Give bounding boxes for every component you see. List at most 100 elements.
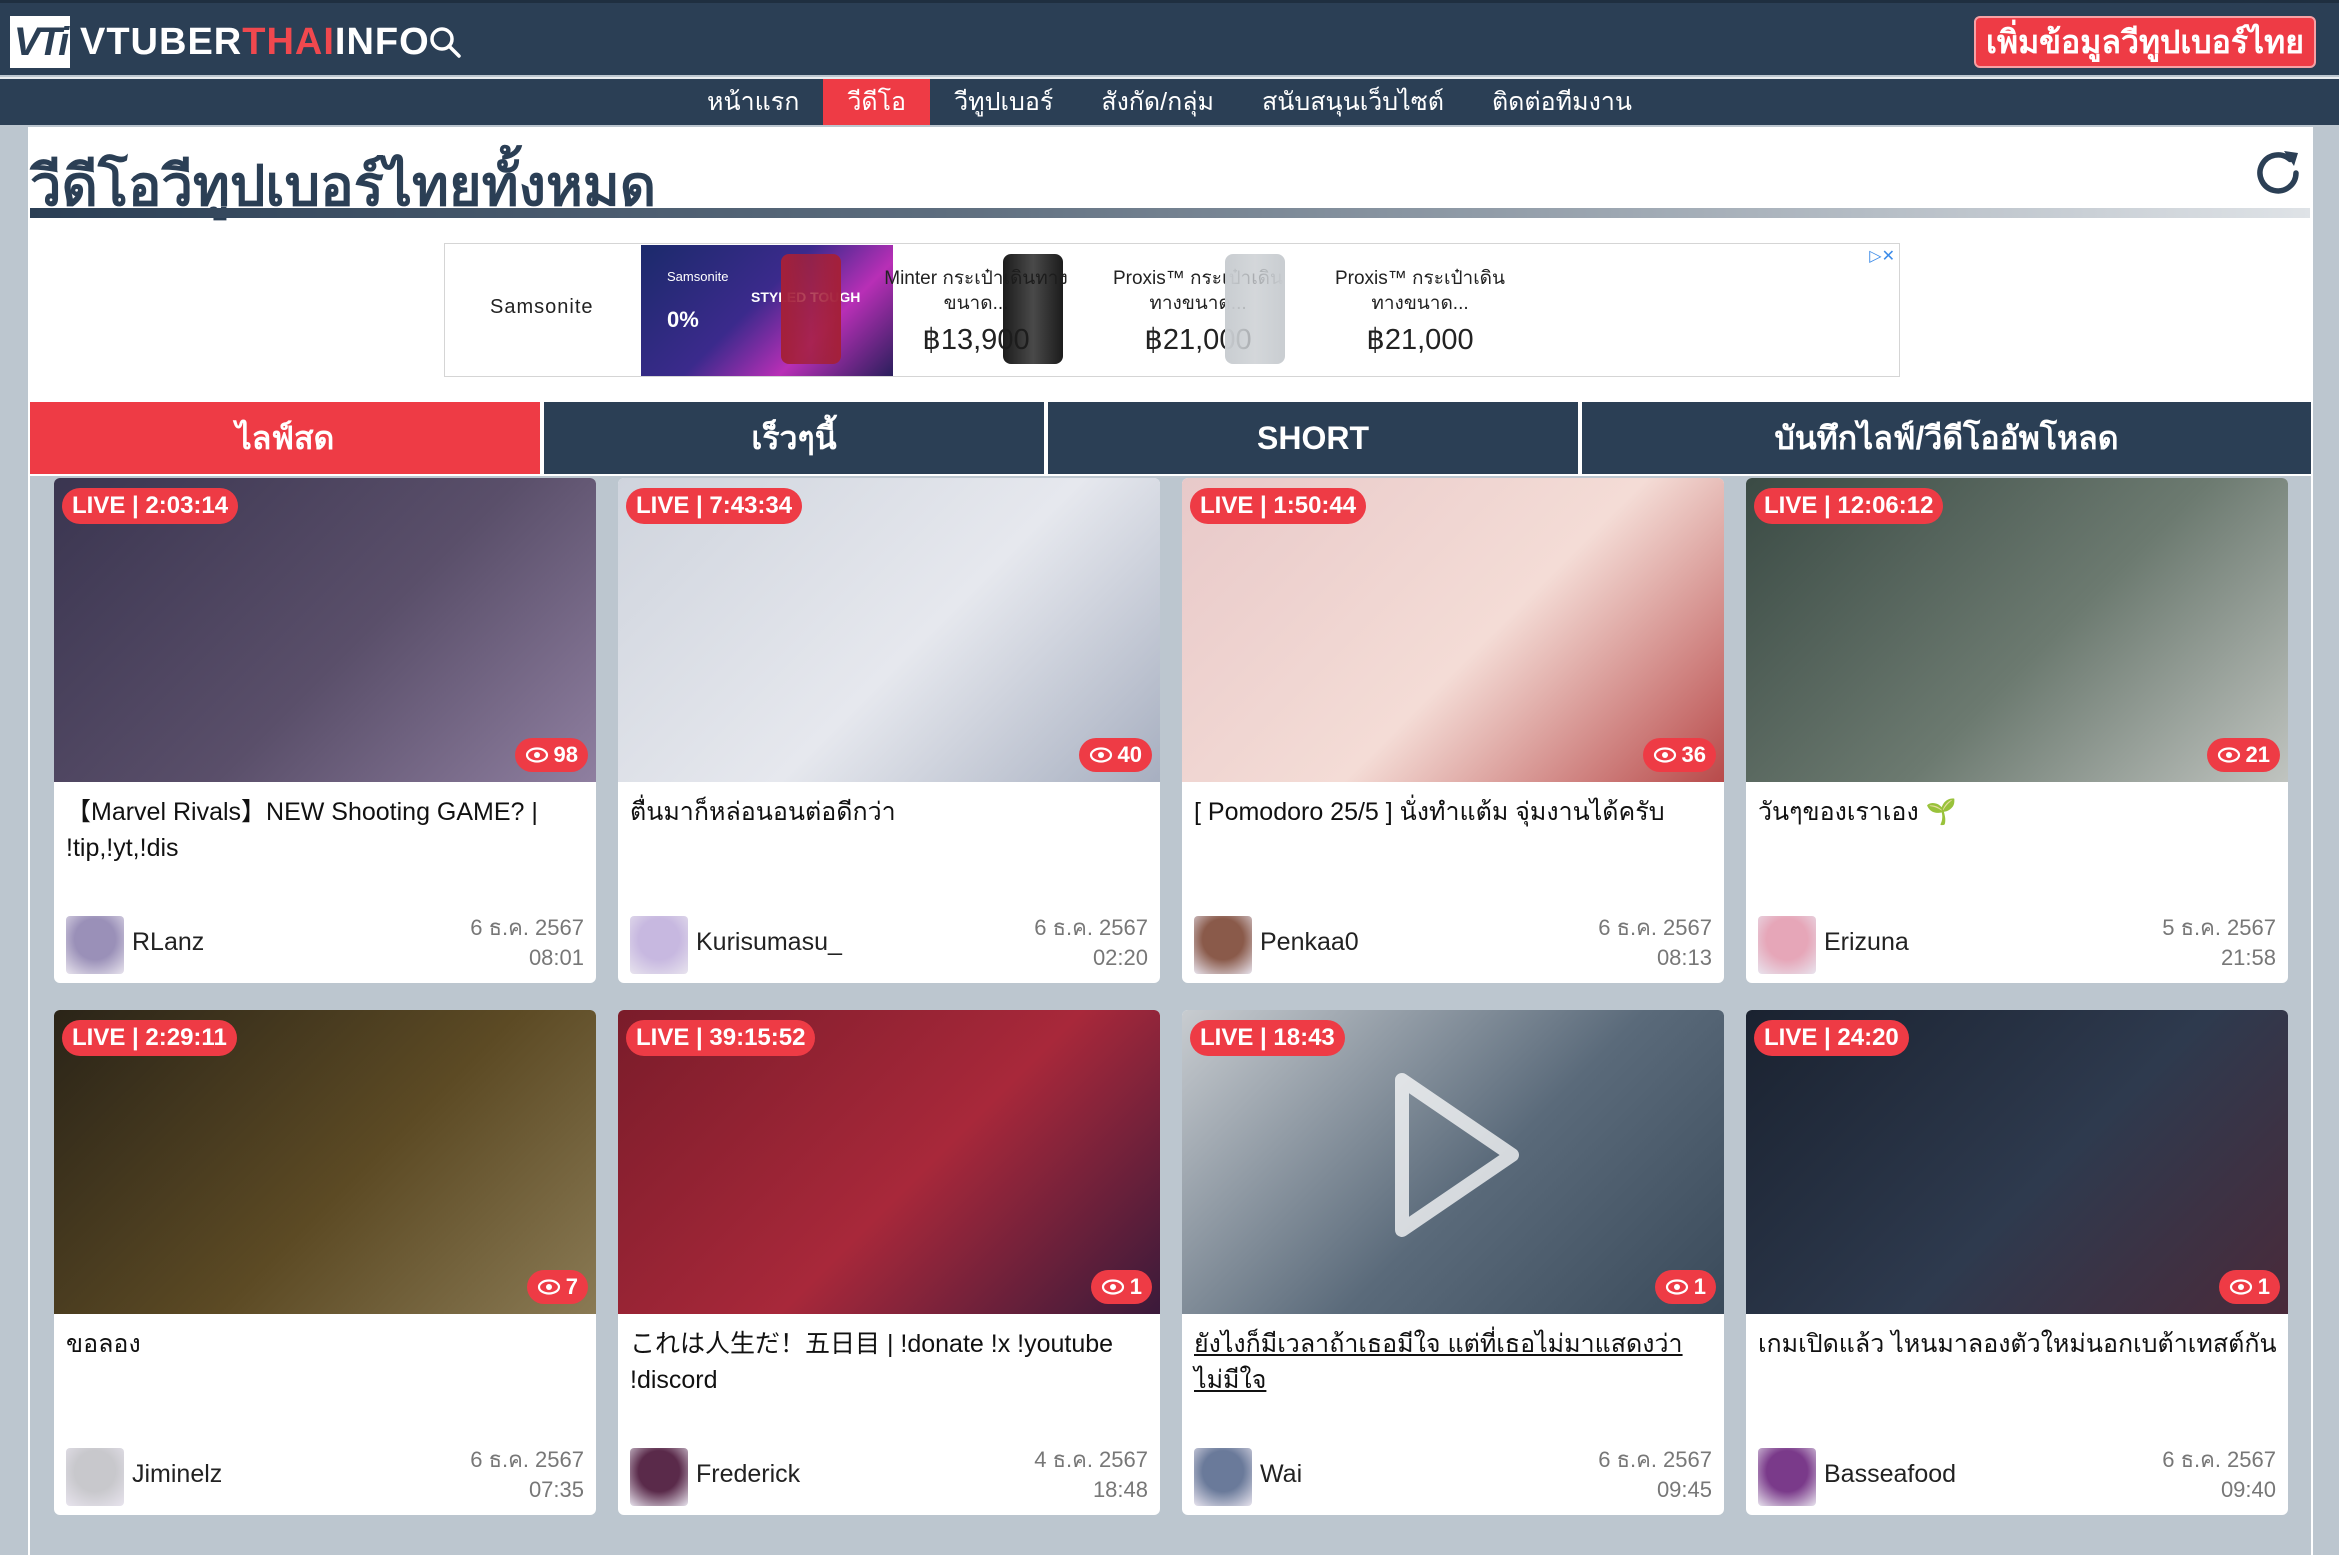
luggage-image (781, 254, 841, 364)
channel-avatar[interactable] (1194, 1448, 1252, 1506)
video-thumbnail[interactable]: LIVE | 12:06:12 21 (1746, 478, 2288, 782)
nav-item-1[interactable]: วีดีโอ (823, 79, 931, 125)
video-date: 4 ธ.ค. 2567 (1034, 1447, 1148, 1472)
ad-product[interactable]: Proxis™ กระเป๋าเดินทางขนาด... ฿21,000 (1215, 250, 1545, 374)
eye-icon (2217, 747, 2240, 763)
video-title[interactable]: これは人生だ！五日目 | !donate !x !youtube !discor… (630, 1326, 1150, 1398)
search-icon[interactable] (428, 25, 462, 59)
channel-name[interactable]: Jiminelz (132, 1460, 222, 1489)
channel-name[interactable]: Kurisumasu_ (696, 928, 842, 957)
site-logo[interactable]: VTi VTUBERTHAIINFO (10, 15, 430, 69)
channel-name[interactable]: Wai (1260, 1460, 1302, 1489)
eye-icon (1653, 747, 1676, 763)
nav-item-5[interactable]: ติดต่อทีมงาน (1468, 79, 1656, 125)
video-thumbnail[interactable]: LIVE | 1:50:44 36 (1182, 478, 1724, 782)
logo-text-vtuber: VTUBER (80, 20, 243, 63)
video-date: 6 ธ.ค. 2567 (1034, 915, 1148, 940)
video-title[interactable]: 【Marvel Rivals】NEW Shooting GAME? | !tip… (66, 794, 586, 866)
luggage-image (1003, 254, 1063, 364)
ad-product-price: ฿21,000 (1366, 324, 1474, 356)
video-card[interactable]: LIVE | 2:03:14 98 【Marvel Rivals】NEW Shoot… (54, 478, 596, 983)
logo-text: VTUBERTHAIINFO (80, 21, 430, 64)
logo-mark: VTi (10, 16, 70, 68)
live-duration-badge: LIVE | 39:15:52 (626, 1020, 816, 1056)
video-datetime: 4 ธ.ค. 2567 18:48 (1034, 1445, 1148, 1505)
channel-avatar[interactable] (630, 1448, 688, 1506)
viewer-count: 40 (1117, 742, 1142, 767)
video-date: 6 ธ.ค. 2567 (2162, 1447, 2276, 1472)
video-card[interactable]: LIVE | 18:43 1 ยังไงก็มีเวลาถ้าเธอมีใจ แต่… (1182, 1010, 1724, 1515)
video-card[interactable]: LIVE | 24:20 1 เกมเปิดแล้ว ไหนมาลองตัวใหม่… (1746, 1010, 2288, 1515)
nav-item-3[interactable]: สังกัด/กลุ่ม (1077, 79, 1238, 125)
channel-name[interactable]: Erizuna (1824, 928, 1909, 957)
live-duration-badge: LIVE | 1:50:44 (1190, 488, 1367, 524)
video-title[interactable]: [ Pomodoro 25/5 ] นั่งทำแต้ม จุ่มงานได้ค… (1194, 794, 1714, 830)
video-thumbnail[interactable]: LIVE | 24:20 1 (1746, 1010, 2288, 1314)
channel-name[interactable]: RLanz (132, 928, 204, 957)
video-card[interactable]: LIVE | 12:06:12 21 วันๆของเราเอง 🌱 Erizuna 5… (1746, 478, 2288, 983)
main-content: วีดีโอวีทูปเบอร์ไทยทั้งหมด Samsonite Sam… (28, 127, 2313, 1555)
channel-avatar[interactable] (630, 916, 688, 974)
channel-avatar[interactable] (1758, 916, 1816, 974)
video-thumbnail[interactable]: LIVE | 2:03:14 98 (54, 478, 596, 782)
video-datetime: 6 ธ.ค. 2567 07:35 (470, 1445, 584, 1505)
video-thumbnail[interactable]: LIVE | 39:15:52 1 (618, 1010, 1160, 1314)
nav-item-4[interactable]: สนับสนุนเว็บไซต์ (1238, 79, 1468, 125)
video-thumbnail[interactable]: LIVE | 18:43 1 (1182, 1010, 1724, 1314)
channel-avatar[interactable] (66, 916, 124, 974)
refresh-icon[interactable] (2250, 145, 2306, 201)
video-datetime: 6 ธ.ค. 2567 09:45 (1598, 1445, 1712, 1505)
live-duration-badge: LIVE | 2:03:14 (62, 488, 239, 524)
video-title[interactable]: เกมเปิดแล้ว ไหนมาลองตัวใหม่นอกเบต้าเทสต์… (1758, 1326, 2278, 1362)
video-thumbnail[interactable]: LIVE | 7:43:34 40 (618, 478, 1160, 782)
nav-item-2[interactable]: วีทูปเบอร์ (930, 79, 1077, 125)
tab-0[interactable]: ไลฟ์สด (30, 402, 540, 474)
video-title[interactable]: วันๆของเราเอง 🌱 (1758, 794, 2278, 830)
video-card[interactable]: LIVE | 2:29:11 7 ขอลอง Jiminelz 6 ธ.ค. 2567 0… (54, 1010, 596, 1515)
viewer-count: 21 (2245, 742, 2270, 767)
video-title[interactable]: ตื่นมาก็หล่อนอนต่อดีกว่า (630, 794, 1150, 830)
channel-name[interactable]: Basseafood (1824, 1460, 1956, 1489)
video-thumbnail[interactable]: LIVE | 2:29:11 7 (54, 1010, 596, 1314)
viewer-count: 36 (1681, 742, 1706, 767)
channel-avatar[interactable] (1758, 1448, 1816, 1506)
logo-text-thai: THAI (242, 20, 335, 63)
video-title[interactable]: ขอลอง (66, 1326, 586, 1362)
video-grid: LIVE | 2:03:14 98 【Marvel Rivals】NEW Shoot… (30, 476, 2311, 1555)
video-time: 18:48 (1092, 1477, 1148, 1502)
video-time: 09:45 (1656, 1477, 1712, 1502)
ad-promo-brand: Samsonite (667, 269, 729, 284)
ad-brand-logo: Samsonite (490, 296, 594, 318)
video-datetime: 6 ธ.ค. 2567 02:20 (1034, 913, 1148, 973)
play-icon[interactable] (1392, 1070, 1522, 1240)
video-date: 5 ธ.ค. 2567 (2162, 915, 2276, 940)
add-vtuber-button[interactable]: เพิ่มข้อมูลวีทูปเบอร์ไทย (1974, 16, 2316, 68)
title-underline (30, 208, 2310, 218)
viewer-count: 1 (1693, 1274, 1706, 1299)
tab-2[interactable]: SHORT (1048, 402, 1578, 474)
luggage-image (1225, 254, 1285, 364)
video-card[interactable]: LIVE | 39:15:52 1 これは人生だ！五日目 | !donate !x … (618, 1010, 1160, 1515)
main-nav: หน้าแรก วีดีโอ วีทูปเบอร์ สังกัด/กลุ่ม สนับส… (0, 77, 2339, 125)
viewer-count-badge: 40 (1078, 738, 1152, 772)
ad-banner[interactable]: Samsonite Samsonite 0% STYLED TOUGH Mint… (444, 243, 1900, 377)
channel-name[interactable]: Penkaa0 (1260, 928, 1359, 957)
eye-icon (525, 747, 548, 763)
ad-choices-icon[interactable]: ▷✕ (1869, 246, 1895, 266)
tab-1[interactable]: เร็วๆนี้ (544, 402, 1044, 474)
tab-3[interactable]: บันทึกไลฟ์/วีดีโออัพโหลด (1582, 402, 2311, 474)
channel-name[interactable]: Frederick (696, 1460, 800, 1489)
video-card[interactable]: LIVE | 7:43:34 40 ตื่นมาก็หล่อนอนต่อดีกว่า… (618, 478, 1160, 983)
video-card[interactable]: LIVE | 1:50:44 36 [ Pomodoro 25/5 ] นั่งทำ… (1182, 478, 1724, 983)
video-title[interactable]: ยังไงก็มีเวลาถ้าเธอมีใจ แต่ที่เธอไม่มาแส… (1194, 1326, 1714, 1398)
channel-avatar[interactable] (66, 1448, 124, 1506)
viewer-count-badge: 36 (1642, 738, 1716, 772)
eye-icon (1101, 1279, 1124, 1295)
channel-avatar[interactable] (1194, 916, 1252, 974)
video-date: 6 ธ.ค. 2567 (1598, 1447, 1712, 1472)
nav-item-0[interactable]: หน้าแรก (683, 79, 823, 125)
logo-text-info: INFO (334, 20, 430, 63)
eye-icon (2229, 1279, 2252, 1295)
video-datetime: 5 ธ.ค. 2567 21:58 (2162, 913, 2276, 973)
video-time: 07:35 (528, 1477, 584, 1502)
